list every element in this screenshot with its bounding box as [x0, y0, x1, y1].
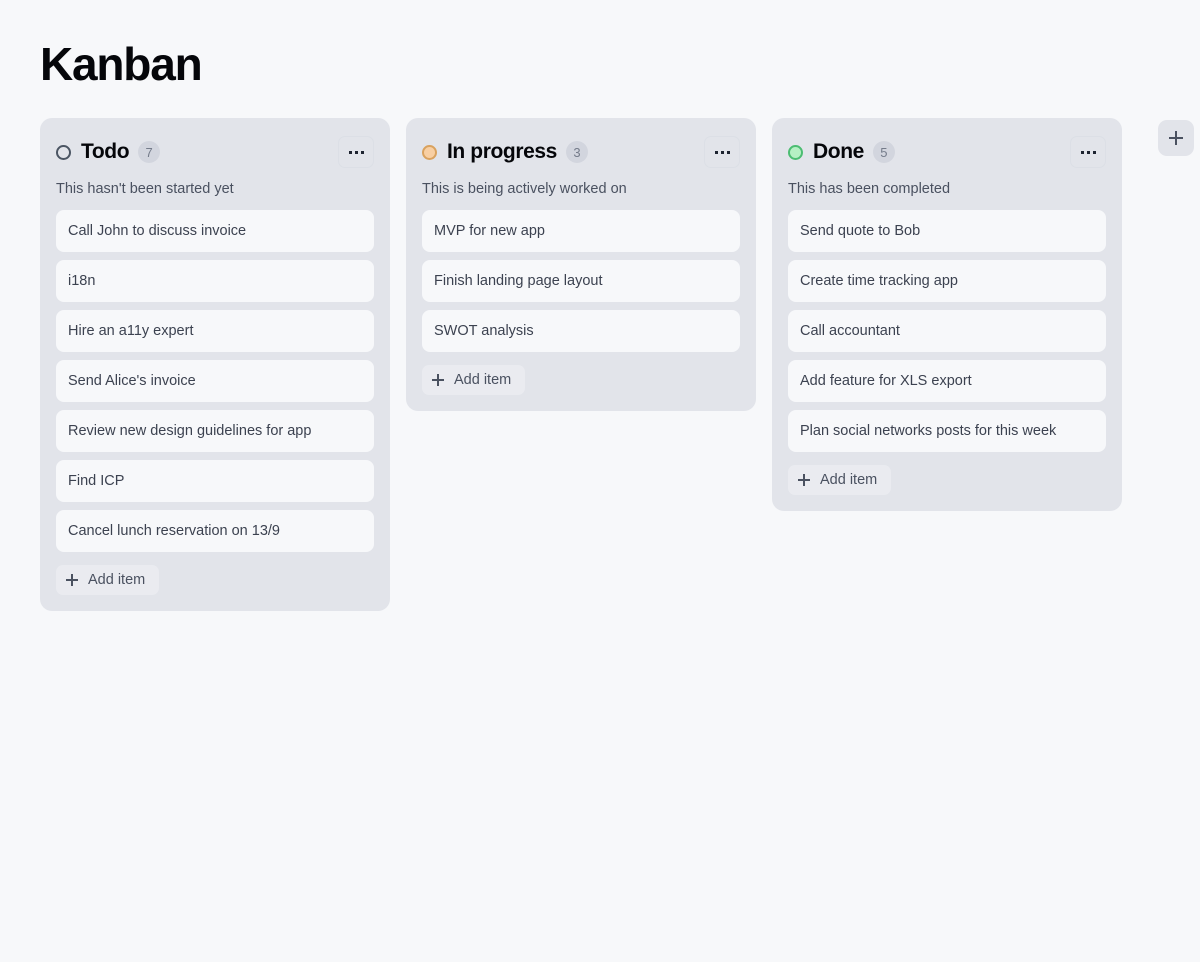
add-item-button[interactable]: Add item: [56, 565, 160, 595]
kanban-card[interactable]: Send quote to Bob: [788, 210, 1106, 252]
ellipsis-icon: [714, 150, 718, 154]
kanban-card[interactable]: Review new design guidelines for app: [56, 410, 374, 452]
ellipsis-icon: [1080, 150, 1084, 154]
plus-icon: [1169, 131, 1183, 145]
kanban-page: Kanban Todo 7 This hasn't been started y…: [0, 0, 1200, 962]
column-description: This has been completed: [788, 181, 951, 197]
page-title: Kanban: [40, 38, 203, 90]
ellipsis-icon: [360, 150, 364, 154]
ellipsis-icon: [1092, 150, 1096, 154]
column-count-badge: 7: [138, 141, 161, 163]
column-count-badge: 3: [565, 141, 588, 163]
kanban-card[interactable]: Send Alice's invoice: [56, 360, 374, 402]
kanban-card[interactable]: Create time tracking app: [788, 260, 1106, 302]
circle-filled-green-icon: [788, 144, 803, 160]
circle-outline-icon: [56, 144, 71, 160]
add-item-label: Add item: [820, 472, 878, 488]
column-title: Done: [813, 140, 864, 163]
column-title: Todo: [81, 140, 130, 163]
add-item-button[interactable]: Add item: [788, 465, 892, 495]
card-list: MVP for new app Finish landing page layo…: [422, 210, 740, 352]
add-item-button[interactable]: Add item: [422, 365, 526, 395]
kanban-card[interactable]: Call John to discuss invoice: [56, 210, 374, 252]
column-description: This is being actively worked on: [422, 181, 627, 197]
column-menu-button[interactable]: [704, 136, 740, 168]
kanban-card[interactable]: i18n: [56, 260, 374, 302]
kanban-column-todo: Todo 7 This hasn't been started yet Call…: [40, 118, 390, 611]
kanban-column-done: Done 5 This has been completed Send quot…: [772, 118, 1122, 511]
column-header: Todo 7: [56, 136, 374, 168]
ellipsis-icon: [726, 150, 730, 154]
kanban-card[interactable]: Plan social networks posts for this week: [788, 410, 1106, 452]
kanban-card[interactable]: Call accountant: [788, 310, 1106, 352]
column-title: In progress: [447, 140, 557, 163]
plus-icon: [798, 474, 810, 486]
add-item-label: Add item: [88, 572, 146, 588]
kanban-column-in-progress: In progress 3 This is being actively wor…: [406, 118, 756, 411]
column-description: This hasn't been started yet: [56, 181, 234, 197]
add-column-button[interactable]: [1158, 120, 1194, 156]
kanban-card[interactable]: Find ICP: [56, 460, 374, 502]
card-list: Call John to discuss invoice i18n Hire a…: [56, 210, 374, 552]
card-list: Send quote to Bob Create time tracking a…: [788, 210, 1106, 452]
plus-icon: [66, 574, 78, 586]
add-item-label: Add item: [454, 372, 512, 388]
kanban-card[interactable]: Finish landing page layout: [422, 260, 740, 302]
kanban-card[interactable]: Hire an a11y expert: [56, 310, 374, 352]
ellipsis-icon: [1086, 150, 1090, 154]
column-menu-button[interactable]: [338, 136, 374, 168]
plus-icon: [432, 374, 444, 386]
column-menu-button[interactable]: [1070, 136, 1106, 168]
kanban-board: Todo 7 This hasn't been started yet Call…: [40, 118, 1194, 611]
kanban-card[interactable]: MVP for new app: [422, 210, 740, 252]
ellipsis-icon: [354, 150, 358, 154]
column-header: In progress 3: [422, 136, 740, 168]
ellipsis-icon: [720, 150, 724, 154]
kanban-card[interactable]: Cancel lunch reservation on 13/9: [56, 510, 374, 552]
column-header: Done 5: [788, 136, 1106, 168]
circle-filled-orange-icon: [422, 144, 437, 160]
column-count-badge: 5: [872, 141, 895, 163]
kanban-card[interactable]: SWOT analysis: [422, 310, 740, 352]
kanban-card[interactable]: Add feature for XLS export: [788, 360, 1106, 402]
ellipsis-icon: [348, 150, 352, 154]
